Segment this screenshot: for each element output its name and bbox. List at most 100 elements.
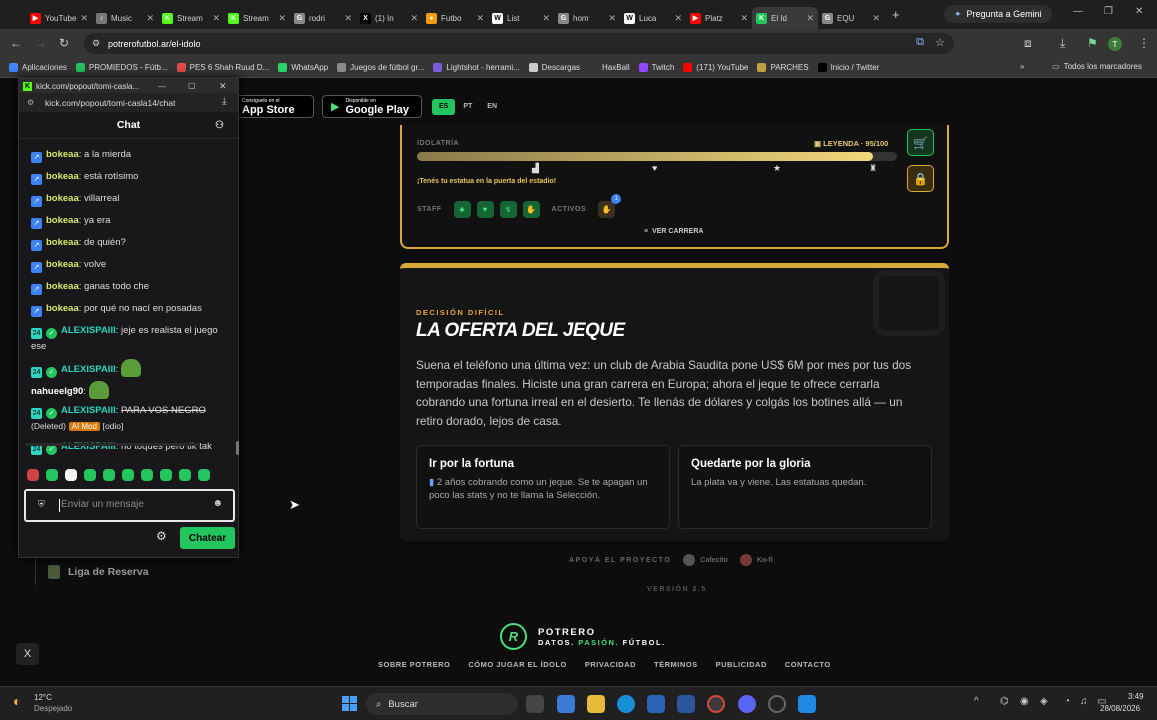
emote-icon[interactable] xyxy=(160,469,172,481)
popup-minimize-button[interactable]: — xyxy=(158,82,166,91)
tab-close-icon[interactable]: ✕ xyxy=(542,13,550,24)
back-icon[interactable]: ← xyxy=(10,36,22,50)
bookmark-item[interactable]: WhatsApp xyxy=(278,63,328,72)
footer-link[interactable]: CONTACTO xyxy=(785,660,831,669)
chat-username[interactable]: ALEXISPAIII xyxy=(61,364,116,375)
bookmark-item[interactable]: PROMIEDOS - Fútb... xyxy=(75,63,168,72)
browser-tab[interactable]: G EQU ✕ xyxy=(818,7,884,29)
chat-username[interactable]: bokeaa xyxy=(46,215,79,226)
chat-input[interactable]: ⛨ Enviar un mensaje ☻ xyxy=(24,489,235,522)
emote-icon[interactable] xyxy=(84,469,96,481)
footer-link[interactable]: PUBLICIDAD xyxy=(716,660,767,669)
tab-close-icon[interactable]: ✕ xyxy=(212,13,220,24)
popup-url-bar[interactable]: ⚙ kick.com/popout/tomi-casla14/chat ⤓ xyxy=(19,93,238,112)
browser-tab[interactable]: Grodri ✕ xyxy=(290,7,356,29)
site-info-icon[interactable]: ⚙ xyxy=(92,38,100,49)
lang-en[interactable]: EN xyxy=(480,99,504,115)
bookmark-item[interactable]: Juegos de fútbol gr... xyxy=(337,63,424,72)
tab-close-icon[interactable]: ✕ xyxy=(80,13,88,24)
browser-tab[interactable]: K Stream ✕ xyxy=(224,7,290,29)
kofi-link[interactable]: Ko-fi xyxy=(739,554,773,566)
star-icon[interactable]: ☆ xyxy=(935,36,945,49)
emote-icon[interactable] xyxy=(179,469,191,481)
more-bookmarks-icon[interactable]: » xyxy=(1020,62,1024,71)
translate-icon[interactable]: ⧉ xyxy=(916,36,924,49)
browser-tab[interactable]: ● Futbo ✕ xyxy=(422,7,488,29)
obs-icon[interactable] xyxy=(768,695,786,713)
windows-start-icon[interactable] xyxy=(342,696,357,711)
bookmark-item[interactable]: PES 6 Shah Ruud D... xyxy=(176,63,269,72)
tray-chevron-icon[interactable]: ^ xyxy=(974,696,979,707)
potrero-logo[interactable]: R POTRERO DATOS. PASIÓN. FÚTBOL. xyxy=(500,623,666,650)
word-icon[interactable] xyxy=(677,695,695,713)
avatar[interactable]: T xyxy=(1108,37,1122,51)
file-explorer-icon[interactable] xyxy=(587,695,605,713)
chat-username[interactable]: bokeaa xyxy=(46,237,79,248)
tab-close-icon[interactable]: ✕ xyxy=(344,13,352,24)
wifi-icon[interactable]: ◔ xyxy=(1064,696,1070,707)
minimize-button[interactable]: — xyxy=(1073,6,1083,17)
footer-link[interactable]: CÓMO JUGAR EL ÍDOLO xyxy=(468,660,567,669)
vpn-icon[interactable]: ◈ xyxy=(1040,696,1048,707)
footer-link[interactable]: TÉRMINOS xyxy=(654,660,698,669)
menu-icon[interactable]: ⋮ xyxy=(1138,36,1150,50)
staff-speed-icon[interactable]: ↯ xyxy=(499,201,517,218)
app-store-button[interactable]: Consíguelo en el App Store xyxy=(228,95,314,118)
bookmark-item[interactable]: Aplicaciones xyxy=(9,63,67,72)
clock-time[interactable]: 3:49 xyxy=(1128,692,1144,701)
browser-tab[interactable]: ▶ YouTube ✕ xyxy=(26,7,92,29)
chat-username[interactable]: bokeaa xyxy=(46,259,79,270)
emote-icon[interactable] xyxy=(141,469,153,481)
bookmark-item[interactable]: Lightshot - herrami... xyxy=(433,63,520,72)
staff-agent-icon[interactable]: ♣ xyxy=(453,201,471,218)
staff-health-icon[interactable]: ♥ xyxy=(476,201,494,218)
browser-tab[interactable]: X (1) In ✕ xyxy=(356,7,422,29)
tab-close-icon[interactable]: ✕ xyxy=(476,13,484,24)
emote-icon[interactable] xyxy=(27,469,39,481)
tab-close-icon[interactable]: ✕ xyxy=(278,13,286,24)
browser-tab[interactable]: Ghom ✕ xyxy=(554,7,620,29)
tab-close-icon[interactable]: ✕ xyxy=(872,13,880,24)
tab-close-icon[interactable]: ✕ xyxy=(146,13,154,24)
address-bar[interactable]: ⚙ potrerofutbol.ar/el-idolo ⧉ ☆ xyxy=(84,33,954,54)
tab-close-icon[interactable]: ✕ xyxy=(740,13,748,24)
chat-username[interactable]: ALEXISPAIII xyxy=(61,405,116,416)
bookmark-item[interactable]: Twitch xyxy=(638,63,674,72)
emoji-icon[interactable]: ☻ xyxy=(212,498,223,509)
bookmark-item[interactable]: HaxBall xyxy=(589,63,630,72)
store-icon[interactable] xyxy=(647,695,665,713)
clock-date[interactable]: 28/08/2026 xyxy=(1100,704,1140,713)
lock-button[interactable]: 🔒 xyxy=(907,165,934,192)
bookmark-item[interactable]: (171) YouTube xyxy=(683,63,748,72)
browser-tab[interactable]: W List ✕ xyxy=(488,7,554,29)
network-icon[interactable]: ⌬ xyxy=(1000,696,1009,707)
download-icon[interactable]: ⤓ xyxy=(1060,36,1065,51)
google-play-button[interactable]: ▶ Disponible en Google Play xyxy=(322,95,422,118)
x-twitter-icon[interactable]: X xyxy=(16,643,39,665)
option-fortuna-button[interactable]: Ir por la fortuna ▮ 2 años cobrando como… xyxy=(416,445,670,529)
cafecito-link[interactable]: Cafecito xyxy=(683,554,728,566)
bookmark-item[interactable]: Descargas xyxy=(528,63,580,72)
browser-tab[interactable]: W Luca ✕ xyxy=(620,7,686,29)
staff-hand-icon[interactable]: ✋ xyxy=(522,201,540,218)
emote-icon[interactable] xyxy=(46,469,58,481)
lang-pt[interactable]: PT xyxy=(456,99,479,115)
chat-username[interactable]: bokeaa xyxy=(46,171,79,182)
discord-icon[interactable] xyxy=(738,695,756,713)
task-view-icon[interactable] xyxy=(526,695,544,713)
reload-icon[interactable]: ↻ xyxy=(59,36,69,50)
maximize-button[interactable]: ❐ xyxy=(1104,6,1113,17)
tray-icon[interactable]: ◉ xyxy=(1020,696,1029,707)
lang-es[interactable]: ES xyxy=(432,98,456,115)
footer-link[interactable]: PRIVACIDAD xyxy=(585,660,636,669)
extension-icon[interactable]: ⚑ xyxy=(1087,36,1098,50)
browser-tab[interactable]: ♪ Music ✕ xyxy=(92,7,158,29)
bookmark-item[interactable]: PARCHES xyxy=(757,63,809,72)
chat-scrollbar[interactable] xyxy=(236,441,239,455)
popup-maximize-button[interactable]: ▢ xyxy=(188,81,196,90)
emote-icon[interactable] xyxy=(103,469,115,481)
edge-icon[interactable] xyxy=(617,695,635,713)
bookmark-item[interactable]: Inicio / Twitter xyxy=(817,63,879,72)
send-chat-button[interactable]: Chatear xyxy=(180,527,235,549)
popup-download-icon[interactable]: ⤓ xyxy=(222,96,226,107)
